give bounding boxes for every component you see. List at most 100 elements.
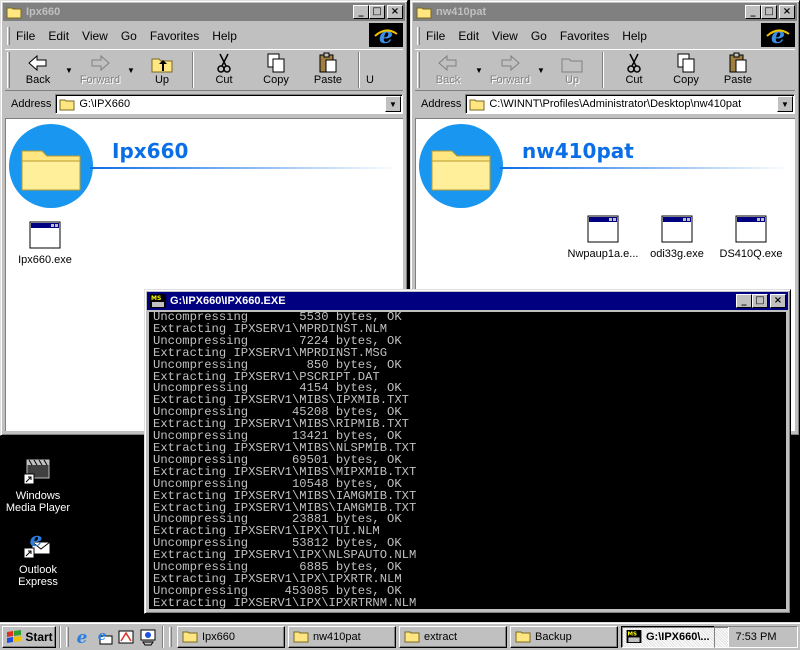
title-bar[interactable]: Ipx660 _ □ × bbox=[3, 3, 405, 21]
up-folder-icon bbox=[561, 58, 583, 73]
folder-heading: nw410pat bbox=[522, 139, 634, 163]
close-button[interactable]: × bbox=[779, 5, 795, 19]
exe-program-icon bbox=[587, 215, 619, 243]
menu-favorites[interactable]: Favorites bbox=[150, 29, 199, 43]
desktop-icon-label: Windows Media Player bbox=[5, 490, 71, 514]
address-input[interactable]: C:\WINNT\Profiles\Administrator\Desktop\… bbox=[465, 94, 795, 114]
maximize-button[interactable]: □ bbox=[369, 5, 385, 19]
menu-help[interactable]: Help bbox=[622, 29, 647, 43]
console-window[interactable]: MS G:\IPX660\IPX660.EXE _ □ × Uncompress… bbox=[144, 289, 791, 614]
back-dropdown[interactable]: ▼ bbox=[64, 50, 74, 90]
quick-launch-outlook[interactable]: e bbox=[93, 626, 115, 648]
desktop-icon-outlook-express[interactable]: e Outlook Express bbox=[0, 528, 76, 588]
clock[interactable]: 7:53 PM bbox=[736, 631, 777, 643]
taskbar-button-console[interactable]: MS G:\IPX660\... bbox=[621, 625, 729, 648]
address-label: Address bbox=[11, 98, 52, 110]
start-label: Start bbox=[25, 629, 53, 644]
windows-logo-icon bbox=[7, 629, 22, 643]
taskbar-button-backup[interactable]: Backup bbox=[510, 625, 618, 648]
quick-launch-channels[interactable] bbox=[115, 626, 137, 648]
forward-button[interactable]: Forward bbox=[74, 50, 126, 90]
cut-button[interactable]: Cut bbox=[608, 50, 660, 90]
start-button[interactable]: Start bbox=[2, 625, 56, 648]
menu-file[interactable]: File bbox=[16, 29, 35, 43]
desktop-icon-media-player[interactable]: Windows Media Player bbox=[0, 454, 76, 514]
file-name: Nwpaup1a.e... bbox=[567, 248, 639, 260]
back-button[interactable]: Back bbox=[12, 50, 64, 90]
quick-launch-ie[interactable]: e bbox=[71, 626, 93, 648]
task-label: Ipx660 bbox=[202, 630, 236, 643]
up-button[interactable]: Up bbox=[546, 50, 598, 90]
file-item[interactable]: Nwpaup1a.e... bbox=[566, 213, 640, 260]
menu-help[interactable]: Help bbox=[212, 29, 237, 43]
menu-favorites[interactable]: Favorites bbox=[560, 29, 609, 43]
taskbar-button-ipx660[interactable]: Ipx660 bbox=[177, 625, 285, 648]
copy-button[interactable]: Copy bbox=[660, 50, 712, 90]
minimize-button[interactable]: _ bbox=[736, 294, 752, 308]
file-item[interactable]: Ipx660.exe bbox=[8, 219, 82, 266]
folder-icon bbox=[6, 7, 22, 19]
folder-icon bbox=[515, 631, 531, 643]
cut-label: Cut bbox=[625, 74, 643, 86]
maximize-button[interactable]: □ bbox=[752, 294, 768, 308]
undo-button[interactable]: U bbox=[364, 50, 376, 90]
taskbar-button-nw410pat[interactable]: nw410pat bbox=[288, 625, 396, 648]
up-button[interactable]: Up bbox=[136, 50, 188, 90]
large-folder-icon bbox=[9, 124, 93, 208]
paste-label: Paste bbox=[723, 74, 753, 86]
file-name: Ipx660.exe bbox=[18, 254, 72, 266]
address-input[interactable]: G:\IPX660 ▼ bbox=[55, 94, 403, 114]
copy-label: Copy bbox=[673, 74, 699, 86]
menu-view[interactable]: View bbox=[82, 29, 108, 43]
exe-program-icon bbox=[29, 221, 61, 249]
paste-button[interactable]: Paste bbox=[712, 50, 764, 90]
address-label: Address bbox=[421, 98, 462, 110]
cut-button[interactable]: Cut bbox=[198, 50, 250, 90]
menu-go[interactable]: Go bbox=[531, 29, 547, 43]
svg-text:MS: MS bbox=[628, 632, 638, 638]
menu-go[interactable]: Go bbox=[121, 29, 137, 43]
ms-dos-icon: MS bbox=[150, 294, 166, 308]
menu-file[interactable]: File bbox=[426, 29, 445, 43]
up-label: Up bbox=[564, 74, 580, 86]
minimize-button[interactable]: _ bbox=[353, 5, 369, 19]
ie-logo-icon: e bbox=[369, 23, 403, 47]
minimize-button[interactable]: _ bbox=[745, 5, 761, 19]
file-item[interactable]: DS410Q.exe bbox=[714, 213, 788, 260]
taskbar-button-extract[interactable]: extract bbox=[399, 625, 507, 648]
back-dropdown[interactable]: ▼ bbox=[474, 50, 484, 90]
back-button[interactable]: Back bbox=[422, 50, 474, 90]
forward-button[interactable]: Forward bbox=[484, 50, 536, 90]
forward-dropdown[interactable]: ▼ bbox=[126, 50, 136, 90]
file-item[interactable]: odi33g.exe bbox=[640, 213, 714, 260]
outlook-icon: e bbox=[98, 629, 113, 644]
address-dropdown-button[interactable]: ▼ bbox=[777, 96, 793, 112]
title-bar[interactable]: nw410pat _ □ × bbox=[413, 3, 797, 21]
address-dropdown-button[interactable]: ▼ bbox=[385, 96, 401, 112]
svg-text:e: e bbox=[77, 628, 88, 646]
menu-view[interactable]: View bbox=[492, 29, 518, 43]
close-button[interactable]: × bbox=[770, 294, 786, 308]
folder-icon bbox=[59, 99, 75, 110]
console-output[interactable]: Uncompressing 5530 bytes, OK Extracting I… bbox=[149, 312, 786, 609]
forward-dropdown[interactable]: ▼ bbox=[536, 50, 546, 90]
menu-bar: File Edit View Go Favorites Help bbox=[415, 25, 795, 47]
quick-launch-show-desktop[interactable] bbox=[137, 626, 159, 648]
menu-edit[interactable]: Edit bbox=[48, 29, 69, 43]
paste-label: Paste bbox=[313, 74, 343, 86]
ms-dos-icon: MS bbox=[626, 630, 642, 643]
copy-button[interactable]: Copy bbox=[250, 50, 302, 90]
task-label: nw410pat bbox=[313, 630, 361, 643]
close-button[interactable]: × bbox=[387, 5, 403, 19]
back-arrow-icon bbox=[438, 54, 457, 72]
folder-icon bbox=[416, 7, 432, 19]
forward-arrow-icon bbox=[91, 54, 110, 72]
file-name: odi33g.exe bbox=[650, 248, 704, 260]
svg-text:e: e bbox=[771, 24, 785, 46]
svg-text:MS: MS bbox=[151, 295, 161, 302]
menu-bar: File Edit View Go Favorites Help bbox=[5, 25, 403, 47]
title-bar[interactable]: MS G:\IPX660\IPX660.EXE _ □ × bbox=[147, 292, 788, 310]
maximize-button[interactable]: □ bbox=[761, 5, 777, 19]
menu-edit[interactable]: Edit bbox=[458, 29, 479, 43]
paste-button[interactable]: Paste bbox=[302, 50, 354, 90]
